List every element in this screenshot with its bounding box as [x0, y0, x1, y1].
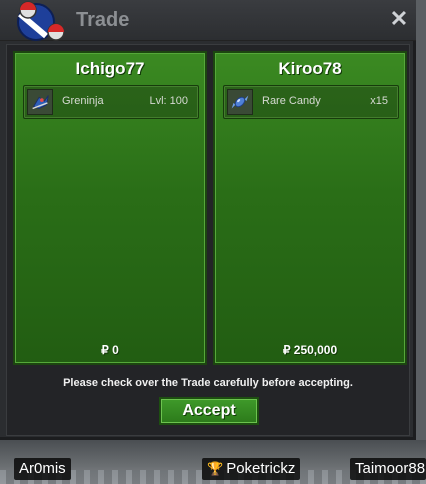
item-quantity: x15	[370, 95, 388, 107]
money-amount-left: ₽ 0	[101, 343, 119, 357]
trade-notice: Please check over the Trade carefully be…	[63, 377, 353, 389]
offer-panel-right: Kiroo78 Rare Candy x15 ₽ 250,000	[213, 51, 407, 365]
nametag-label: Taimoor88	[355, 460, 426, 477]
trophy-icon: 🏆	[207, 461, 224, 476]
trade-content: Ichigo77 Greninja Lvl: 100 ₽ 0 Kiroo78 R…	[6, 44, 410, 436]
accept-button[interactable]: Accept	[159, 397, 259, 425]
close-icon: ✕	[389, 6, 409, 31]
offer-item-row[interactable]: Greninja Lvl: 100	[23, 85, 199, 119]
player-name-left: Ichigo77	[75, 59, 145, 78]
greninja-icon	[27, 89, 53, 115]
offer-panel-left: Ichigo77 Greninja Lvl: 100 ₽ 0	[13, 51, 207, 365]
titlebar[interactable]: Trade ✕	[0, 0, 416, 41]
item-name: Greninja	[62, 95, 104, 107]
trade-window: Trade ✕ Ichigo77 Greninja Lvl: 100 ₽ 0 K…	[0, 0, 416, 440]
player-nametag[interactable]: Ar0mis	[14, 458, 71, 480]
offer-item-row[interactable]: Rare Candy x15	[223, 85, 399, 119]
window-title: Trade	[76, 9, 130, 31]
money-amount-right: ₽ 250,000	[282, 343, 338, 357]
nametag-label: Poketrickz	[226, 460, 296, 477]
close-button[interactable]: ✕	[388, 8, 410, 30]
rare-candy-icon	[227, 89, 253, 115]
item-level: Lvl: 100	[149, 95, 188, 107]
nametag-label: Ar0mis	[19, 460, 66, 477]
item-name: Rare Candy	[262, 95, 321, 107]
player-nametag[interactable]: Taimoor88	[350, 458, 426, 480]
pokeball-logo-icon	[17, 1, 65, 41]
player-name-right: Kiroo78	[278, 59, 342, 78]
player-nametag[interactable]: 🏆 Poketrickz	[202, 458, 301, 480]
